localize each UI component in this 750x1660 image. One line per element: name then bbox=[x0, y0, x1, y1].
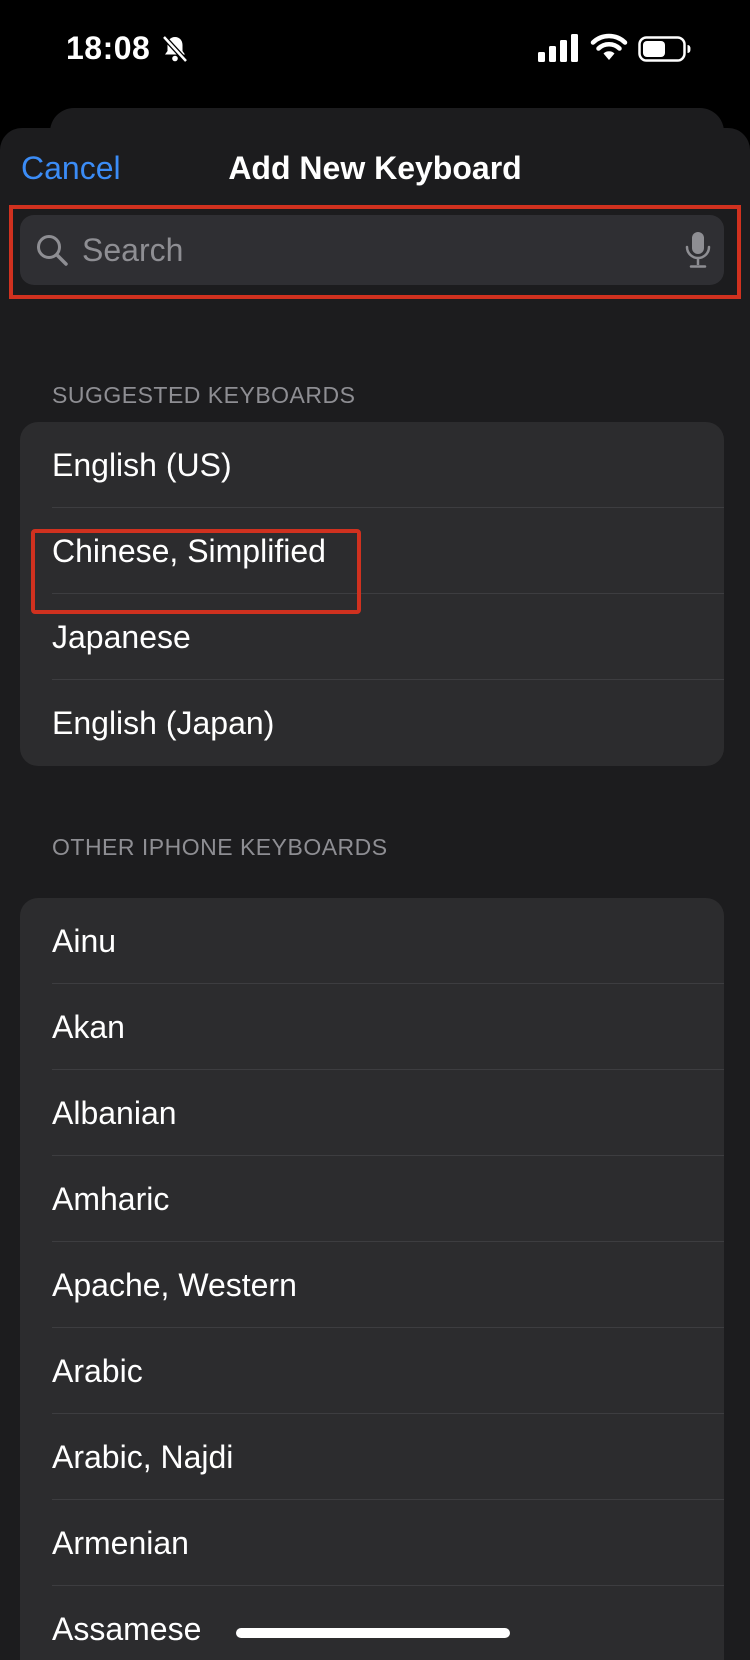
bell-slash-icon bbox=[162, 35, 188, 63]
search-bar[interactable] bbox=[20, 215, 724, 285]
list-item-label: English (Japan) bbox=[52, 705, 275, 741]
list-item-label: English (US) bbox=[52, 447, 232, 483]
list-item[interactable]: Albanian bbox=[20, 1070, 724, 1156]
list-item-label: Akan bbox=[52, 1009, 125, 1045]
list-item-label: Assamese bbox=[52, 1611, 202, 1647]
screen: 18:08 Cancel Add New Keyboard Search SUG… bbox=[0, 0, 750, 1660]
list-item[interactable]: English (Japan) bbox=[20, 680, 724, 766]
list-item[interactable]: Armenian bbox=[20, 1500, 724, 1586]
microphone-icon[interactable] bbox=[684, 231, 712, 269]
list-item-label: Apache, Western bbox=[52, 1267, 297, 1303]
list-item-label: Amharic bbox=[52, 1181, 170, 1217]
list-item[interactable]: English (US) bbox=[20, 422, 724, 508]
list-item[interactable]: Amharic bbox=[20, 1156, 724, 1242]
search-icon bbox=[37, 235, 68, 266]
list-item-label: Arabic bbox=[52, 1353, 143, 1389]
home-indicator[interactable] bbox=[236, 1628, 510, 1638]
list-item[interactable]: Arabic bbox=[20, 1328, 724, 1414]
section-header-suggested: SUGGESTED KEYBOARDS bbox=[52, 382, 356, 408]
section-header-other: OTHER IPHONE KEYBOARDS bbox=[52, 834, 388, 860]
list-item[interactable]: Apache, Western bbox=[20, 1242, 724, 1328]
add-keyboard-sheet: Cancel Add New Keyboard SUGGESTED KEYBOA… bbox=[0, 128, 750, 1660]
list-item[interactable]: Akan bbox=[20, 984, 724, 1070]
list-item-label: Ainu bbox=[52, 923, 117, 959]
status-time: 18:08 bbox=[66, 30, 151, 66]
chinese-simplified-highlight-box bbox=[31, 529, 361, 614]
list-item[interactable]: Assamese bbox=[20, 1586, 724, 1660]
page-title: Add New Keyboard bbox=[228, 150, 522, 186]
nav-bar: Cancel Add New Keyboard bbox=[0, 128, 750, 214]
list-item[interactable]: Ainu bbox=[20, 898, 724, 984]
cellular-signal-icon bbox=[538, 34, 578, 62]
status-bar: 18:08 bbox=[0, 0, 750, 100]
search-input[interactable] bbox=[82, 215, 642, 285]
list-item-label: Armenian bbox=[52, 1525, 189, 1561]
list-item[interactable]: Arabic, Najdi bbox=[20, 1414, 724, 1500]
list-item-label: Arabic, Najdi bbox=[52, 1439, 234, 1475]
wifi-icon bbox=[590, 33, 628, 60]
other-keyboards-list: Ainu Akan Albanian Amharic Apache, Weste… bbox=[20, 898, 724, 1660]
battery-icon bbox=[638, 36, 691, 62]
list-item-label: Albanian bbox=[52, 1095, 177, 1131]
